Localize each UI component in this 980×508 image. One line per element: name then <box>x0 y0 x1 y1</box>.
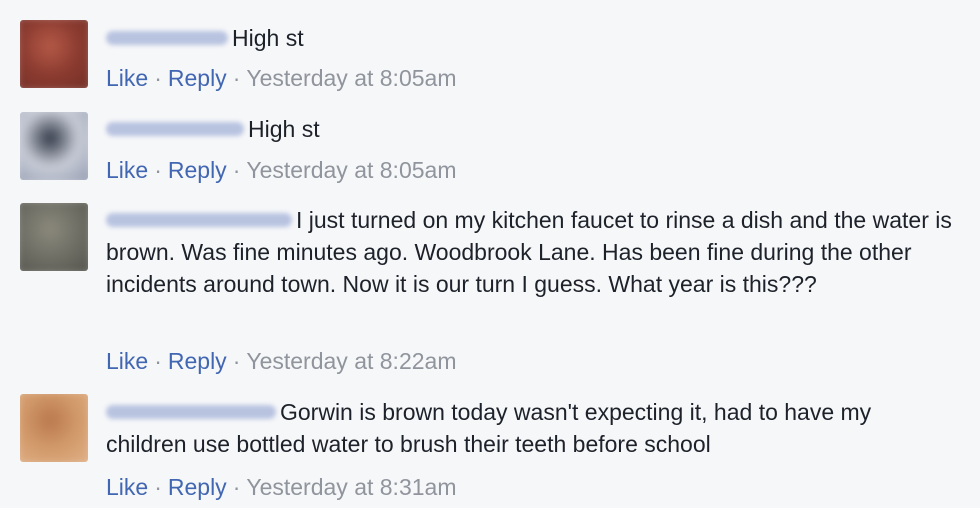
timestamp[interactable]: Yesterday at 8:05am <box>246 157 456 183</box>
reply-link[interactable]: Reply <box>168 348 227 374</box>
avatar[interactable] <box>20 112 88 180</box>
author-name[interactable] <box>106 404 276 419</box>
comment-body: Gorwin is brown today wasn't expecting i… <box>106 396 956 460</box>
separator: · <box>232 157 241 183</box>
comment-text: High st <box>248 116 320 142</box>
reply-link[interactable]: Reply <box>168 474 227 500</box>
comment-text: High st <box>232 25 304 51</box>
separator: · <box>232 348 241 374</box>
author-name[interactable] <box>106 30 228 45</box>
timestamp[interactable]: Yesterday at 8:05am <box>246 65 456 91</box>
like-link[interactable]: Like <box>106 65 148 91</box>
author-name[interactable] <box>106 212 292 227</box>
separator: · <box>232 65 241 91</box>
timestamp[interactable]: Yesterday at 8:31am <box>246 474 456 500</box>
separator: · <box>232 474 241 500</box>
separator: · <box>154 474 162 500</box>
avatar[interactable] <box>20 20 88 88</box>
comment-body: High st <box>106 22 956 54</box>
reply-link[interactable]: Reply <box>168 157 227 183</box>
comment-actions: Like · Reply · Yesterday at 8:31am <box>106 472 456 502</box>
avatar[interactable] <box>20 394 88 462</box>
comment-actions: Like · Reply · Yesterday at 8:05am <box>106 155 456 185</box>
like-link[interactable]: Like <box>106 474 148 500</box>
comment-actions: Like · Reply · Yesterday at 8:22am <box>106 346 456 376</box>
separator: · <box>154 157 162 183</box>
like-link[interactable]: Like <box>106 157 148 183</box>
separator: · <box>154 348 162 374</box>
timestamp[interactable]: Yesterday at 8:22am <box>246 348 456 374</box>
comment-actions: Like · Reply · Yesterday at 8:05am <box>106 63 456 93</box>
like-link[interactable]: Like <box>106 348 148 374</box>
avatar[interactable] <box>20 203 88 271</box>
comment-body: I just turned on my kitchen faucet to ri… <box>106 204 956 300</box>
reply-link[interactable]: Reply <box>168 65 227 91</box>
author-name[interactable] <box>106 121 244 136</box>
comment-body: High st <box>106 113 956 145</box>
separator: · <box>154 65 162 91</box>
